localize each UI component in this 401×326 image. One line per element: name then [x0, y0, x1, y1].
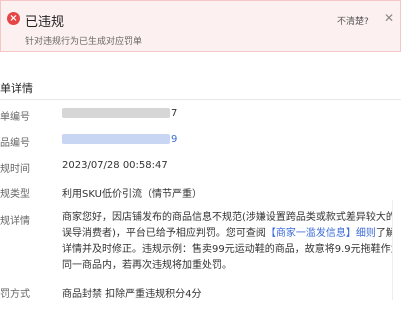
time-value: 2023/07/28 00:58:47: [62, 160, 168, 171]
ticket-no-label: 单编号: [0, 112, 30, 123]
help-link[interactable]: 不清楚?: [337, 14, 369, 27]
product-no-value[interactable]: 9: [62, 134, 177, 145]
product-no-label: 品编号: [0, 138, 30, 149]
time-label: 规时间: [0, 164, 30, 175]
detail-line: 同一商品内，若再次违规将加重处罚。: [62, 260, 232, 271]
detail-line: 商家您好，因店铺发布的商品信息不规范(涉嫌设置跨品类或款式差异较大的: [62, 212, 396, 223]
close-circle-icon: ×: [7, 12, 20, 25]
rule-link[interactable]: 【商家一滥发信息】细则: [266, 228, 376, 239]
divider: [0, 99, 401, 100]
redacted-block: [62, 108, 170, 118]
close-icon[interactable]: ✕: [384, 11, 394, 25]
violation-banner: × 已违规 针对违规行为已生成对应罚单 不清楚? ✕: [0, 0, 401, 52]
overlay-panel: [392, 200, 401, 300]
section-title: 单详情: [0, 82, 33, 95]
detail-line-text: 误导消费者)，平台已给予相应判罚。您可查阅: [62, 228, 266, 239]
detail-label: 规详情: [0, 216, 30, 227]
status-subtitle: 针对违规行为已生成对应罚单: [25, 37, 143, 47]
detail-line: 误导消费者)，平台已给予相应判罚。您可查阅【商家一滥发信息】细则了解: [62, 226, 401, 242]
type-label: 规类型: [0, 189, 30, 200]
penalty-label: 罚方式: [0, 289, 30, 300]
detail-line: 详情并及时修正。违规示例：售卖99元运动鞋的商品，故意将9.9元拖鞋作为: [62, 244, 401, 255]
ticket-no-suffix: 7: [171, 108, 178, 119]
ticket-no-value: 7: [62, 108, 177, 119]
product-no-suffix: 9: [171, 134, 178, 145]
type-value: 利用SKU低价引流（情节严重）: [62, 189, 202, 200]
penalty-value: 商品封禁 扣除严重违规积分4分: [62, 289, 202, 300]
status-title: 已违规: [25, 15, 65, 30]
redacted-block: [62, 134, 170, 144]
detail-text: 商家您好，因店铺发布的商品信息不规范(涉嫌设置跨品类或款式差异较大的 误导消费者…: [62, 210, 401, 274]
